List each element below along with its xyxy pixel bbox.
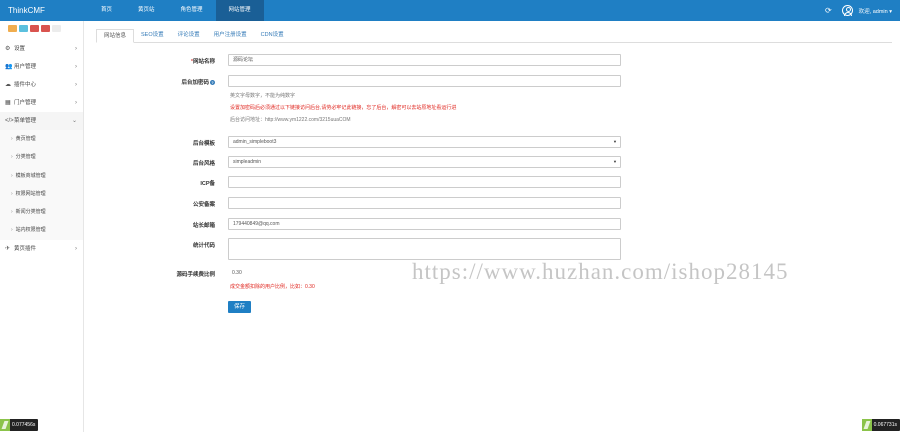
sidebar-subitem[interactable]: 模板商城管理 xyxy=(0,166,83,185)
top-nav-site[interactable]: 网站管理 xyxy=(215,0,264,21)
sidebar-subitem[interactable]: 分类管理 xyxy=(0,148,83,167)
top-bar: ThinkCMF 首页 黄页站 角色管理 网站管理 ⟳ 欢迎, admin ▾ xyxy=(0,0,900,21)
admin-key-label: 后台加密码? xyxy=(181,80,215,86)
admin-style-label: 后台风格 xyxy=(192,161,215,167)
sidebar-item-portal[interactable]: ▦ 门户管理 › xyxy=(0,94,83,112)
site-name-label: *网站名称 xyxy=(190,59,215,65)
icp-label: ICP备 xyxy=(200,181,215,187)
debug-badge-right[interactable]: 0.067731s xyxy=(861,419,900,431)
tab-cdn[interactable]: CDN设置 xyxy=(254,29,291,43)
question-icon[interactable]: ? xyxy=(210,80,215,86)
sidebar: ⚙设置› 👥用户管理› ☁插件中心› ▦门户管理› </>菜单管理⌄ 黄页管理 … xyxy=(0,21,84,432)
fee-ratio-input[interactable]: 0.30 xyxy=(232,270,242,276)
sidebar-item-menu[interactable]: </>菜单管理 ⌄ xyxy=(0,112,83,130)
chevron-right-icon: › xyxy=(75,64,77,70)
top-right: ⟳ 欢迎, admin ▾ xyxy=(825,0,892,21)
webmaster-email-input[interactable]: 179440849@qq.com xyxy=(228,218,621,230)
th-icon: ▦ xyxy=(5,100,11,106)
fee-ratio-help: 成交金额扣除的用户比例，比如：0.30 xyxy=(230,284,315,290)
icp-input[interactable] xyxy=(228,176,621,188)
sidebar-subitem[interactable]: 站内权限管理 xyxy=(0,221,83,240)
sidebar-item-plugins[interactable]: ☁ 插件中心 › xyxy=(0,76,83,94)
sidebar-subitem[interactable]: 黄页管理 xyxy=(0,130,83,149)
police-record-label: 公安备案 xyxy=(192,202,215,208)
tab-site-info[interactable]: 网站信息 xyxy=(96,29,135,43)
stats-code-textarea[interactable] xyxy=(228,238,621,260)
gear-icon: ⚙ xyxy=(5,46,11,52)
admin-url-text: 后台访问地址：http://www.ym1222.com/3215uuaCOM xyxy=(230,117,351,123)
tab-seo[interactable]: SEO设置 xyxy=(134,29,171,43)
brand-logo[interactable]: ThinkCMF xyxy=(8,0,45,21)
sidebar-item-users[interactable]: 👥 用户管理 › xyxy=(0,58,83,76)
sidebar-subitem[interactable]: 权限网站管理 xyxy=(0,184,83,204)
chevron-right-icon: › xyxy=(75,82,77,88)
caret-down-icon: ▼ xyxy=(613,139,617,144)
top-nav-yellowpages[interactable]: 黄页站 xyxy=(125,0,168,21)
top-nav-home[interactable]: 首页 xyxy=(88,0,125,21)
caret-down-icon: ▼ xyxy=(613,159,617,164)
tab-comments[interactable]: 评论设置 xyxy=(171,29,207,43)
user-menu[interactable]: 欢迎, admin ▾ xyxy=(859,7,892,15)
shortcut-button-1[interactable] xyxy=(8,25,17,32)
debug-badge-left[interactable]: 0.077456s xyxy=(0,419,39,431)
admin-key-input[interactable] xyxy=(228,75,621,87)
admin-theme-label: 后台模板 xyxy=(192,141,215,147)
code-icon: </> xyxy=(5,118,14,124)
chevron-right-icon: › xyxy=(75,245,77,252)
stats-code-label: 统计代码 xyxy=(192,243,215,249)
users-icon: 👥 xyxy=(5,64,13,70)
leaf-icon xyxy=(0,419,10,431)
refresh-icon[interactable]: ⟳ xyxy=(825,6,832,15)
sidebar-subitem[interactable]: 新闻分类管理 xyxy=(0,203,83,222)
save-button[interactable]: 保存 xyxy=(228,301,251,313)
shortcut-button-4[interactable] xyxy=(41,25,50,32)
admin-style-select[interactable]: simpleadmin ▼ xyxy=(228,156,621,168)
admin-key-warning: 设置加密码后必须通过以下链接访问后台,请劳必牢记此链接，忘了后台，解密可以去站原… xyxy=(230,105,457,111)
shortcut-buttons xyxy=(0,21,83,37)
fee-ratio-label: 源码手续费比例 xyxy=(176,272,215,278)
sidebar-menu: ⚙设置› 👥用户管理› ☁插件中心› ▦门户管理› </>菜单管理⌄ 黄页管理 … xyxy=(0,40,83,258)
tab-user-register[interactable]: 用户注册设置 xyxy=(207,29,254,43)
sidebar-item-settings[interactable]: ⚙ 设置 › xyxy=(0,40,83,58)
sidebar-item-yp-plugin[interactable]: ✈ 黄页插件 › xyxy=(0,240,83,258)
watermark-text: https://www.huzhan.com/ishop28145 xyxy=(412,259,789,284)
site-name-input[interactable]: 源码论坛 xyxy=(228,54,621,66)
shortcut-button-5[interactable] xyxy=(52,25,61,32)
webmaster-email-label: 站长邮箱 xyxy=(192,223,215,229)
police-record-input[interactable] xyxy=(228,197,621,209)
plane-icon: ✈ xyxy=(5,245,11,252)
chevron-right-icon: › xyxy=(75,100,77,106)
leaf-icon xyxy=(861,419,872,431)
settings-tabs: 网站信息 SEO设置 评论设置 用户注册设置 CDN设置 xyxy=(96,29,892,43)
admin-key-help: 英文字母数字，不能为纯数字 xyxy=(230,93,296,99)
top-nav-roles[interactable]: 角色管理 xyxy=(168,0,216,21)
cloud-icon: ☁ xyxy=(5,82,11,88)
shortcut-button-2[interactable] xyxy=(19,25,28,32)
top-nav: 首页 黄页站 角色管理 网站管理 xyxy=(88,0,264,21)
shortcut-button-3[interactable] xyxy=(30,25,39,32)
chevron-down-icon: ⌄ xyxy=(71,118,77,124)
avatar-icon[interactable] xyxy=(841,5,853,16)
admin-theme-select[interactable]: admin_simpleboot3 ▼ xyxy=(228,136,621,148)
chevron-right-icon: › xyxy=(75,46,77,52)
